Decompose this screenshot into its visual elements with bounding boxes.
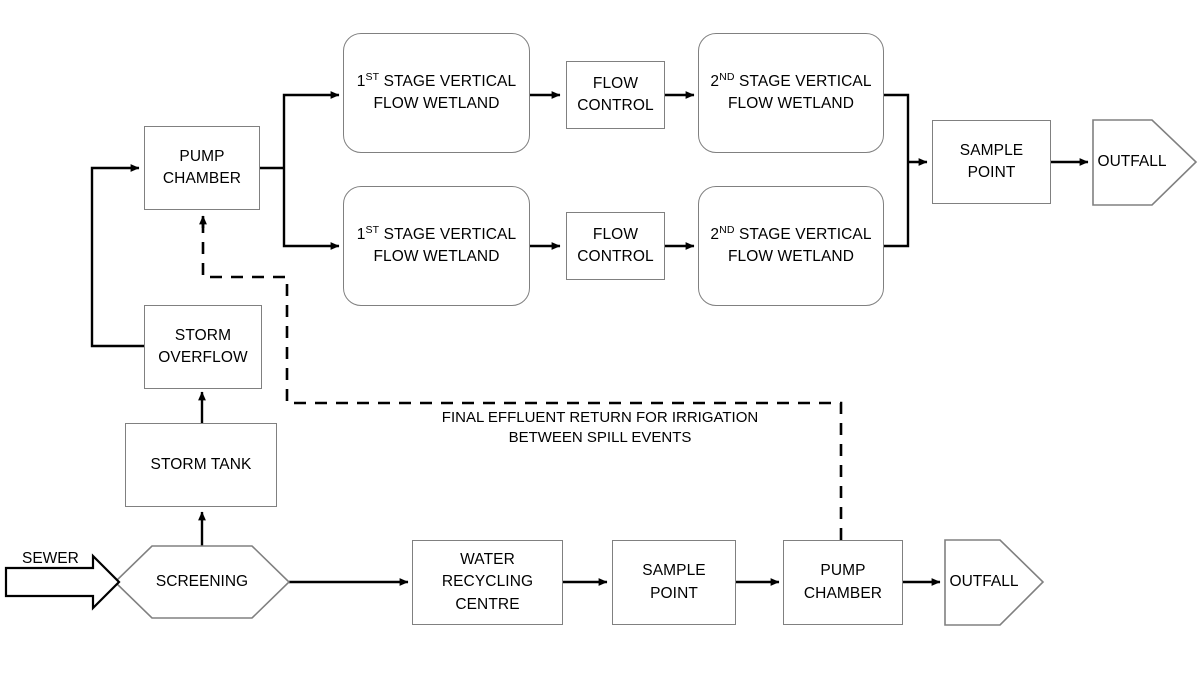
node-flow-control-top[interactable]: FLOW CONTROL bbox=[566, 61, 665, 129]
water-recycling-centre-line-1: WATER bbox=[460, 550, 515, 568]
node-flow-control-bottom[interactable]: FLOW CONTROL bbox=[566, 212, 665, 280]
storm-tank-label: STORM TANK bbox=[150, 455, 252, 473]
wetland-1-stage2-line-2: FLOW WETLAND bbox=[727, 95, 855, 112]
wetland-2-stage2-line-2: FLOW WETLAND bbox=[727, 248, 855, 265]
outfall-top-label: OUTFALL bbox=[1097, 153, 1167, 171]
pump-chamber-bottom-line-1: PUMP bbox=[820, 562, 866, 580]
edge-wetland-1-stage2-merge bbox=[884, 93, 910, 162]
node-storm-tank[interactable]: STORM TANK bbox=[125, 423, 277, 507]
water-recycling-centre-line-3: CENTRE bbox=[455, 595, 520, 613]
wetland-2-stage2-ordinal: 2 bbox=[710, 225, 720, 243]
sample-point-top-line-1: SAMPLE bbox=[959, 141, 1024, 159]
wetland-1-stage2-line-1-rest: STAGE VERTICAL bbox=[734, 72, 872, 90]
node-wetland-2-stage1[interactable]: 1ST STAGE VERTICAL FLOW WETLAND bbox=[343, 186, 530, 306]
wetland-1-stage1-line-1-rest: STAGE VERTICAL bbox=[379, 72, 517, 90]
node-wetland-2-stage2[interactable]: 2ND STAGE VERTICAL FLOW WETLAND bbox=[698, 186, 884, 306]
storm-overflow-line-1: STORM bbox=[174, 326, 232, 344]
screening-label: SCREENING bbox=[155, 572, 249, 590]
sample-point-bottom-line-1: SAMPLE bbox=[642, 562, 706, 580]
wetland-1-stage1-line-2: FLOW WETLAND bbox=[373, 95, 500, 112]
flow-control-top-line-1: FLOW bbox=[592, 74, 639, 92]
node-pump-chamber-top[interactable]: PUMP CHAMBER bbox=[144, 126, 260, 210]
pump-chamber-top-line-2: CHAMBER bbox=[162, 170, 242, 187]
edge-pump-chamber-to-wetland-2-stage1 bbox=[282, 168, 340, 250]
flow-control-bottom-line-2: CONTROL bbox=[577, 248, 654, 265]
sample-point-top-line-2: POINT bbox=[967, 164, 1016, 181]
edge-storm-overflow-to-pump-chamber bbox=[90, 164, 144, 348]
edge-pump-chamber-to-wetland-1-stage1 bbox=[282, 91, 340, 168]
node-sample-point-top[interactable]: SAMPLE POINT bbox=[932, 120, 1051, 204]
effluent-return-label: FINAL EFFLUENT RETURN FOR IRRIGATION BET… bbox=[370, 408, 830, 449]
wetland-2-stage1-line-1: 1ST STAGE VERTICAL bbox=[357, 224, 516, 246]
node-sample-point-bottom[interactable]: SAMPLE POINT bbox=[612, 540, 736, 625]
wetland-1-stage1-ordinal-suffix: ST bbox=[365, 70, 380, 83]
wetland-1-stage1-line-1: 1ST STAGE VERTICAL bbox=[357, 71, 516, 93]
storm-overflow-line-2: OVERFLOW bbox=[158, 349, 248, 366]
edge-wetland-2-stage2-merge bbox=[884, 162, 910, 248]
wetland-1-stage2-line-1: 2ND STAGE VERTICAL bbox=[710, 71, 871, 93]
wetland-1-stage2-ordinal-suffix: ND bbox=[719, 70, 735, 83]
wetland-1-stage1-ordinal: 1 bbox=[356, 72, 366, 90]
node-wetland-1-stage2[interactable]: 2ND STAGE VERTICAL FLOW WETLAND bbox=[698, 33, 884, 153]
flow-control-bottom-line-1: FLOW bbox=[592, 225, 639, 243]
node-outfall-top[interactable]: OUTFALL bbox=[1093, 120, 1171, 205]
wetland-2-stage1-line-2: FLOW WETLAND bbox=[373, 248, 500, 265]
effluent-return-label-line-1: FINAL EFFLUENT RETURN FOR IRRIGATION bbox=[441, 409, 759, 426]
wetland-2-stage2-line-1: 2ND STAGE VERTICAL bbox=[710, 224, 871, 246]
wetland-2-stage1-line-1-rest: STAGE VERTICAL bbox=[379, 225, 517, 243]
wetland-2-stage1-ordinal-suffix: ST bbox=[365, 223, 380, 236]
wetland-2-stage2-ordinal-suffix: ND bbox=[719, 223, 735, 236]
sample-point-bottom-line-2: POINT bbox=[650, 584, 698, 602]
node-storm-overflow[interactable]: STORM OVERFLOW bbox=[144, 305, 262, 389]
water-recycling-centre-line-2: RECYCLING bbox=[441, 573, 534, 591]
sewer-inlet-label: SEWER bbox=[22, 550, 79, 567]
node-outfall-bottom[interactable]: OUTFALL bbox=[947, 540, 1021, 625]
pump-chamber-bottom-line-2: CHAMBER bbox=[803, 584, 883, 602]
outfall-bottom-label: OUTFALL bbox=[949, 573, 1019, 591]
flow-diagram-canvas: PUMP CHAMBER STORM OVERFLOW STORM TANK 1… bbox=[0, 0, 1200, 675]
flow-control-top-line-2: CONTROL bbox=[577, 97, 654, 114]
node-pump-chamber-bottom[interactable]: PUMP CHAMBER bbox=[783, 540, 903, 625]
wetland-2-stage2-line-1-rest: STAGE VERTICAL bbox=[734, 225, 872, 243]
wetland-2-stage1-ordinal: 1 bbox=[356, 225, 366, 243]
node-water-recycling-centre[interactable]: WATER RECYCLING CENTRE bbox=[412, 540, 563, 625]
pump-chamber-top-line-1: PUMP bbox=[179, 147, 225, 165]
node-wetland-1-stage1[interactable]: 1ST STAGE VERTICAL FLOW WETLAND bbox=[343, 33, 530, 153]
node-screening[interactable]: SCREENING bbox=[115, 546, 289, 618]
wetland-1-stage2-ordinal: 2 bbox=[710, 72, 720, 90]
effluent-return-label-line-2: BETWEEN SPILL EVENTS bbox=[508, 429, 692, 447]
